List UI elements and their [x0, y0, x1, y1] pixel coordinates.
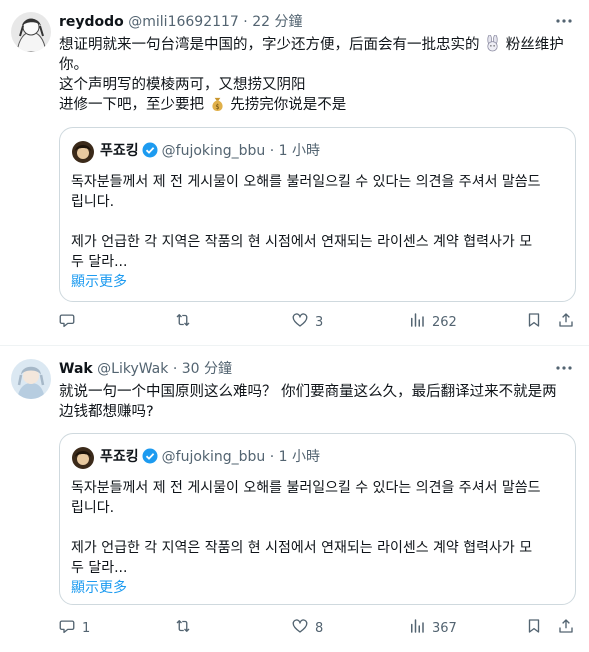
tweet[interactable]: Wak @LikyWak · 30 分鐘 就说一句一个中国原则这么难吗？ 你们要…: [0, 347, 589, 652]
verified-badge-icon: [142, 142, 158, 158]
quoted-tweet[interactable]: 푸죠킹 @fujoking_bbu · 1 小時 독자분들께서 제 전 게시물이 …: [59, 433, 576, 605]
bookmark-button[interactable]: [525, 312, 543, 332]
quoted-author-name[interactable]: 푸죠킹: [100, 449, 139, 465]
retweet-arrows-icon: [174, 617, 192, 639]
like-button[interactable]: 8: [291, 618, 323, 638]
reply-button[interactable]: [58, 312, 82, 332]
quoted-header: 푸죠킹 @fujoking_bbu · 1 小時: [100, 447, 320, 467]
tweet-text-line: 你。: [59, 57, 88, 73]
quoted-text-line: 립니다.: [71, 500, 115, 516]
more-dots-icon[interactable]: [553, 10, 575, 32]
tweet-text-line: 进修一下吧，至少要把: [59, 97, 204, 113]
bookmark-icon: [525, 617, 543, 639]
separator-dot: ·: [243, 14, 248, 30]
author-name[interactable]: Wak: [59, 361, 93, 377]
quoted-text-line: 립니다.: [71, 194, 115, 210]
separator-dot: ·: [269, 449, 275, 465]
quoted-text-line: 제가 언급한 각 지역은 작품의 현 시점에서 연재되는 라이센스 계약 협력사…: [71, 234, 533, 250]
retweet-button[interactable]: [174, 312, 198, 332]
tweet-text: 就说一句一个中国原则这么难吗？ 你们要商量这么久，最后翻译过来不就是两 边钱都想…: [59, 382, 579, 422]
upload-share-icon: [557, 617, 575, 639]
quoted-timestamp[interactable]: 1 小時: [279, 143, 320, 159]
rabbit-emoji-icon: [484, 34, 501, 52]
view-count: 262: [432, 314, 457, 330]
bar-chart-icon: [408, 311, 426, 333]
quoted-text-line: 두 달라...: [71, 254, 128, 270]
quoted-text: 독자분들께서 제 전 게시물이 오해를 불러일으킬 수 있다는 의견을 주셔서 …: [71, 478, 571, 598]
tweet-header: Wak @LikyWak · 30 分鐘: [59, 359, 232, 379]
show-more-link[interactable]: 顯示更多: [71, 578, 571, 598]
quoted-text-line: 독자분들께서 제 전 게시물이 오해를 불러일으킬 수 있다는 의견을 주셔서 …: [71, 480, 541, 496]
author-name[interactable]: reydodo: [59, 14, 124, 30]
speech-bubble-icon: [58, 617, 76, 639]
share-button[interactable]: [557, 618, 575, 638]
tweet-text: 想证明就来一句台湾是中国的，字少还方便，后面会有一批忠实的 粉丝维护 你。 这个…: [59, 34, 579, 115]
tweet-header: reydodo @mili16692117 · 22 分鐘: [59, 12, 302, 32]
tweet-text-line: 粉丝维护: [505, 37, 564, 53]
quoted-text-line: 제가 언급한 각 지역은 작품의 현 시점에서 연재되는 라이센스 계약 협력사…: [71, 540, 533, 556]
retweet-button[interactable]: [174, 618, 198, 638]
heart-icon: [291, 617, 309, 639]
upload-share-icon: [557, 311, 575, 333]
money-bag-emoji-icon: $: [209, 95, 226, 112]
bookmark-icon: [525, 311, 543, 333]
heart-icon: [291, 311, 309, 333]
like-count: 8: [315, 620, 324, 636]
like-button[interactable]: 3: [291, 312, 323, 332]
quoted-avatar[interactable]: [72, 141, 94, 163]
view-count: 367: [432, 620, 457, 636]
tweet-text-line: 先捞完你说是不是: [230, 97, 347, 113]
quoted-text-line: 두 달라...: [71, 560, 128, 576]
quoted-header: 푸죠킹 @fujoking_bbu · 1 小時: [100, 141, 320, 161]
show-more-link[interactable]: 顯示更多: [71, 272, 571, 292]
retweet-arrows-icon: [174, 311, 192, 333]
timestamp[interactable]: 30 分鐘: [182, 361, 232, 377]
tweet[interactable]: reydodo @mili16692117 · 22 分鐘 想证明就来一句台湾是…: [0, 0, 589, 346]
quoted-author-handle[interactable]: @fujoking_bbu: [162, 449, 266, 465]
author-handle[interactable]: @LikyWak: [97, 361, 168, 377]
quoted-tweet[interactable]: 푸죠킹 @fujoking_bbu · 1 小時 독자분들께서 제 전 게시물이 …: [59, 127, 576, 302]
like-count: 3: [315, 314, 324, 330]
timestamp[interactable]: 22 分鐘: [252, 14, 302, 30]
bookmark-button[interactable]: [525, 618, 543, 638]
quoted-timestamp[interactable]: 1 小時: [279, 449, 320, 465]
verified-badge-icon: [142, 448, 158, 464]
quoted-text: 독자분들께서 제 전 게시물이 오해를 불러일으킬 수 있다는 의견을 주셔서 …: [71, 172, 571, 292]
views-button[interactable]: 367: [408, 618, 457, 638]
tweet-actions: 3 262: [52, 312, 579, 332]
reply-count: 1: [82, 620, 91, 636]
speech-bubble-icon: [58, 311, 76, 333]
more-dots-icon[interactable]: [553, 357, 575, 379]
tweet-actions: 1 8 367: [52, 618, 579, 638]
avatar[interactable]: [11, 359, 51, 399]
bar-chart-icon: [408, 617, 426, 639]
tweet-text-line: 边钱都想赚吗?: [59, 404, 154, 420]
quoted-text-line: 독자분들께서 제 전 게시물이 오해를 불러일으킬 수 있다는 의견을 주셔서 …: [71, 174, 541, 190]
quoted-author-handle[interactable]: @fujoking_bbu: [162, 143, 266, 159]
quoted-avatar[interactable]: [72, 447, 94, 469]
separator-dot: ·: [172, 361, 178, 377]
reply-button[interactable]: 1: [58, 618, 90, 638]
share-button[interactable]: [557, 312, 575, 332]
tweet-text-line: 想证明就来一句台湾是中国的，字少还方便，后面会有一批忠实的: [59, 37, 480, 53]
separator-dot: ·: [269, 143, 275, 159]
tweet-text-line: 就说一句一个中国原则这么难吗？ 你们要商量这么久，最后翻译过来不就是两: [59, 384, 557, 400]
author-handle[interactable]: @mili16692117: [128, 14, 239, 30]
views-button[interactable]: 262: [408, 312, 457, 332]
avatar[interactable]: [11, 12, 51, 52]
quoted-author-name[interactable]: 푸죠킹: [100, 143, 139, 159]
svg-text:$: $: [215, 103, 219, 111]
tweet-text-line: 这个声明写的模棱两可，又想捞又阴阳: [59, 77, 306, 93]
